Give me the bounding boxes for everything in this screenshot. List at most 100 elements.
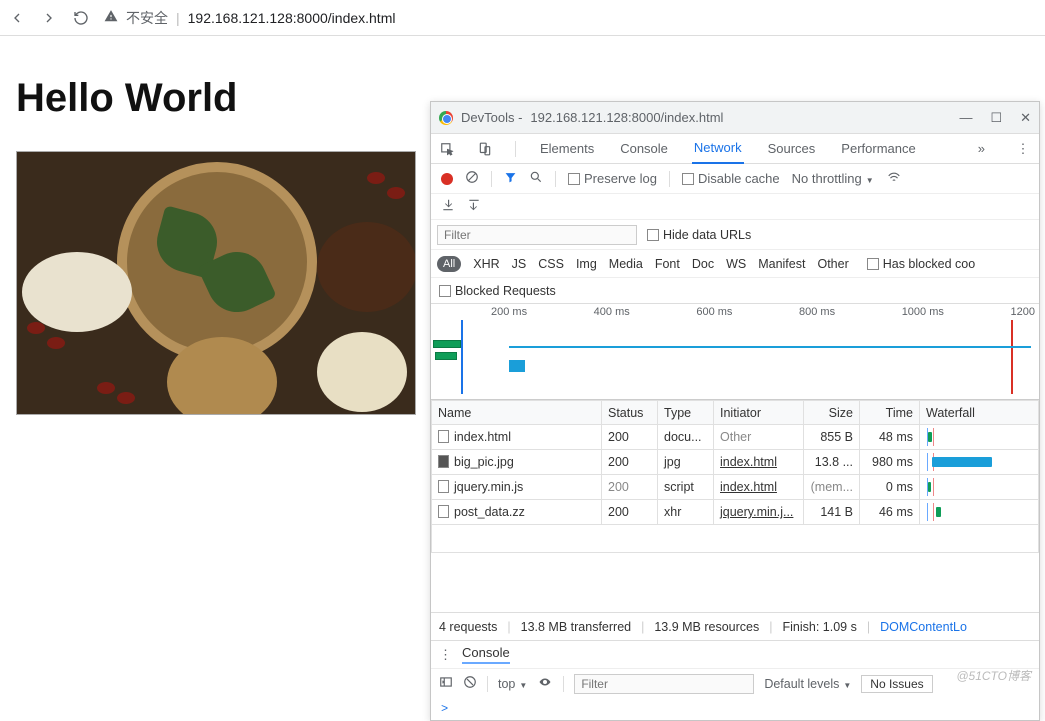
request-name: index.html (454, 430, 511, 444)
request-time: 48 ms (860, 425, 920, 450)
window-maximize-button[interactable]: ☐ (990, 110, 1002, 126)
tick: 600 ms (696, 306, 732, 318)
request-size: 141 B (804, 500, 860, 525)
table-row[interactable]: big_pic.jpg200jpgindex.html13.8 ...980 m… (432, 450, 1039, 475)
status-transferred: 13.8 MB transferred (521, 620, 631, 634)
file-icon (438, 480, 449, 493)
tick: 400 ms (594, 306, 630, 318)
tick: 1000 ms (902, 306, 944, 318)
request-type: jpg (658, 450, 714, 475)
device-toggle-icon[interactable] (477, 142, 493, 156)
network-conditions-icon[interactable] (886, 170, 902, 187)
table-row[interactable]: jquery.min.js200scriptindex.html(mem...0… (432, 475, 1039, 500)
request-status: 200 (602, 475, 658, 500)
blocked-requests-checkbox[interactable]: Blocked Requests (439, 284, 556, 298)
status-count: 4 requests (439, 620, 497, 634)
table-row[interactable]: index.html200docu...Other855 B48 ms (432, 425, 1039, 450)
type-filter-ws[interactable]: WS (726, 257, 746, 271)
col-status[interactable]: Status (602, 401, 658, 425)
type-filter-js[interactable]: JS (512, 257, 527, 271)
console-context-dropdown[interactable]: top (498, 677, 527, 691)
col-type[interactable]: Type (658, 401, 714, 425)
request-initiator[interactable]: jquery.min.j... (720, 505, 793, 519)
tab-network[interactable]: Network (692, 134, 744, 164)
request-name: jquery.min.js (454, 480, 523, 494)
window-minimize-button[interactable]: — (959, 110, 972, 126)
col-name[interactable]: Name (432, 401, 602, 425)
type-filter-xhr[interactable]: XHR (473, 257, 499, 271)
drawer-menu-icon[interactable]: ⋮ (439, 647, 452, 663)
type-filter-manifest[interactable]: Manifest (758, 257, 805, 271)
window-close-button[interactable]: ✕ (1020, 110, 1031, 126)
more-tabs-button[interactable]: » (978, 141, 985, 156)
type-filter-row: All XHR JS CSS Img Media Font Doc WS Man… (431, 250, 1039, 278)
live-expression-icon[interactable] (537, 676, 553, 691)
console-filter-input[interactable] (574, 674, 754, 694)
reload-button[interactable] (72, 9, 90, 27)
table-row[interactable]: post_data.zz200xhrjquery.min.j...141 B46… (432, 500, 1039, 525)
export-har-icon[interactable] (467, 198, 481, 215)
tab-sources[interactable]: Sources (766, 134, 818, 164)
insecure-icon (104, 9, 118, 26)
preserve-log-checkbox[interactable]: Preserve log (568, 171, 657, 186)
insecure-label: 不安全 (126, 8, 168, 28)
no-issues-button[interactable]: No Issues (861, 675, 932, 693)
network-timeline[interactable]: 200 ms 400 ms 600 ms 800 ms 1000 ms 1200 (431, 304, 1039, 400)
waterfall-cell (926, 453, 1032, 471)
devtools-settings-icon[interactable]: ⋮ (1015, 141, 1031, 157)
console-sidebar-toggle-icon[interactable] (439, 675, 453, 692)
console-clear-icon[interactable] (463, 675, 477, 692)
type-filter-media[interactable]: Media (609, 257, 643, 271)
import-har-icon[interactable] (441, 198, 455, 215)
request-size: 855 B (804, 425, 860, 450)
forward-button[interactable] (40, 9, 58, 27)
waterfall-cell (926, 428, 1032, 446)
has-blocked-cookies-checkbox[interactable]: Has blocked coo (867, 257, 975, 271)
console-levels-dropdown[interactable]: Default levels (764, 677, 851, 691)
network-toolbar-2 (431, 194, 1039, 220)
console-prompt[interactable]: > (431, 698, 1039, 720)
request-time: 980 ms (860, 450, 920, 475)
file-icon (438, 430, 449, 443)
request-status: 200 (602, 425, 658, 450)
disable-cache-checkbox[interactable]: Disable cache (682, 171, 780, 186)
record-button[interactable] (441, 173, 453, 185)
filter-toggle-icon[interactable] (504, 171, 517, 187)
request-name: big_pic.jpg (454, 455, 514, 469)
devtools-titlebar[interactable]: DevTools - 192.168.121.128:8000/index.ht… (431, 102, 1039, 134)
type-filter-other[interactable]: Other (817, 257, 848, 271)
request-type: docu... (658, 425, 714, 450)
type-filter-font[interactable]: Font (655, 257, 680, 271)
type-filter-all[interactable]: All (437, 256, 461, 272)
back-button[interactable] (8, 9, 26, 27)
col-time[interactable]: Time (860, 401, 920, 425)
request-initiator[interactable]: index.html (720, 455, 777, 469)
col-initiator[interactable]: Initiator (714, 401, 804, 425)
console-drawer-tab[interactable]: Console (462, 645, 510, 664)
clear-button[interactable] (465, 170, 479, 187)
request-initiator[interactable]: index.html (720, 480, 777, 494)
search-icon[interactable] (529, 170, 543, 187)
network-status-bar: 4 requests| 13.8 MB transferred| 13.9 MB… (431, 612, 1039, 640)
col-waterfall[interactable]: Waterfall (920, 401, 1039, 425)
inspect-element-icon[interactable] (439, 142, 455, 156)
type-filter-img[interactable]: Img (576, 257, 597, 271)
tab-elements[interactable]: Elements (538, 134, 596, 164)
type-filter-css[interactable]: CSS (538, 257, 564, 271)
type-filter-doc[interactable]: Doc (692, 257, 714, 271)
hide-data-urls-checkbox[interactable]: Hide data URLs (647, 228, 751, 242)
col-size[interactable]: Size (804, 401, 860, 425)
browser-top-bar: 不安全 | 192.168.121.128:8000/index.html (0, 0, 1045, 36)
request-status: 200 (602, 450, 658, 475)
request-time: 0 ms (860, 475, 920, 500)
request-type: script (658, 475, 714, 500)
filter-input[interactable] (437, 225, 637, 245)
tab-console[interactable]: Console (618, 134, 670, 164)
address-bar[interactable]: 不安全 | 192.168.121.128:8000/index.html (104, 8, 395, 28)
url-text: 192.168.121.128:8000/index.html (188, 10, 396, 26)
network-toolbar: Preserve log Disable cache No throttling (431, 164, 1039, 194)
status-finish: Finish: 1.09 s (783, 620, 857, 634)
throttling-dropdown[interactable]: No throttling (792, 171, 874, 186)
file-icon (438, 455, 449, 468)
tab-performance[interactable]: Performance (839, 134, 917, 164)
